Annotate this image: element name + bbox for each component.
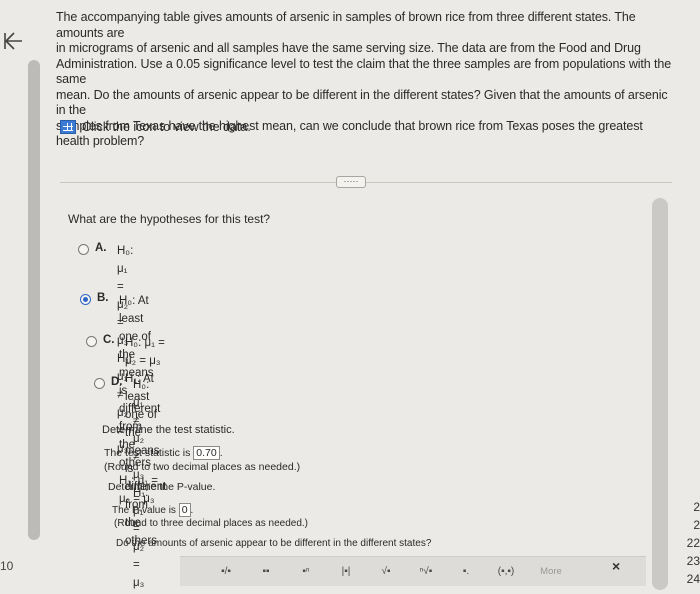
question-text: What are the hypotheses for this test? (68, 212, 271, 226)
absolute-value-button[interactable]: |▪| (326, 562, 366, 582)
fraction-button[interactable]: ▪/▪ (206, 562, 246, 582)
test-statistic-prefix: The test statistic is (104, 447, 191, 459)
right-number: 23 (686, 554, 700, 568)
problem-line: in micrograms of arsenic and all samples… (56, 41, 641, 55)
close-toolbar-icon[interactable]: × (612, 558, 620, 574)
p-value-suffix: . (190, 505, 194, 516)
radio-button[interactable] (86, 336, 97, 347)
problem-line: The accompanying table gives amounts of … (56, 10, 636, 40)
view-data-label: Click the icon to view the data. (82, 120, 251, 134)
square-root-button[interactable]: √▪ (366, 562, 406, 582)
mixed-number-button[interactable]: ▪▪ (246, 562, 286, 582)
radio-button-selected[interactable] (80, 294, 91, 305)
test-statistic-answer[interactable]: 0.70 (193, 446, 220, 460)
problem-line: mean. Do the amounts of arsenic appear t… (56, 87, 668, 118)
right-number: 2 (693, 518, 700, 532)
decimal-button[interactable]: ▪. (446, 562, 486, 582)
right-number: 22 (686, 536, 700, 550)
right-number: 2 (693, 500, 700, 514)
p-value-answer[interactable]: 0 (178, 503, 191, 517)
ordered-pair-button[interactable]: (▪,▪) (486, 562, 526, 582)
rounding-note: (Round to two decimal places as needed.) (104, 461, 301, 473)
rounding-note: (Round to three decimal places as needed… (114, 518, 309, 529)
difference-question: Do the amounts of arsenic appear to be d… (116, 538, 432, 549)
view-data-link[interactable]: Click the icon to view the data. (60, 120, 251, 134)
p-value-prefix: The P-value is (112, 505, 176, 516)
null-hypothesis: H₀: μ₁ = μ₂ = μ₃ (125, 337, 165, 367)
exponent-button[interactable]: ▪ⁿ (286, 562, 326, 582)
right-number-column: 2 2 22 23 24 (678, 498, 700, 588)
expand-more-button[interactable]: ····· (336, 176, 366, 188)
test-statistic-prompt: Determine the test statistic. (102, 424, 235, 436)
p-value-line: The P-value is 0. (112, 503, 193, 517)
more-button[interactable]: More (526, 562, 576, 582)
right-scrollbar[interactable] (652, 198, 668, 590)
back-arrow-icon[interactable] (2, 30, 24, 52)
table-data-icon[interactable] (60, 120, 76, 134)
section-divider (60, 182, 672, 183)
test-statistic-line: The test statistic is 0.70. (104, 446, 223, 460)
radio-button[interactable] (78, 244, 89, 255)
problem-line: health problem? (56, 134, 145, 148)
math-toolbar: ▪/▪ ▪▪ ▪ⁿ |▪| √▪ ⁿ√▪ ▪. (▪,▪) More (180, 556, 646, 586)
right-number: 24 (686, 572, 700, 586)
nth-root-button[interactable]: ⁿ√▪ (406, 562, 446, 582)
left-scroll-strip[interactable] (28, 60, 40, 540)
p-value-prompt: Determine the P-value. (108, 481, 216, 493)
problem-line: Administration. Use a 0.05 significance … (56, 56, 672, 87)
test-statistic-suffix: . (219, 447, 223, 459)
left-page-number: 10 (0, 559, 14, 573)
radio-button[interactable] (94, 378, 105, 389)
